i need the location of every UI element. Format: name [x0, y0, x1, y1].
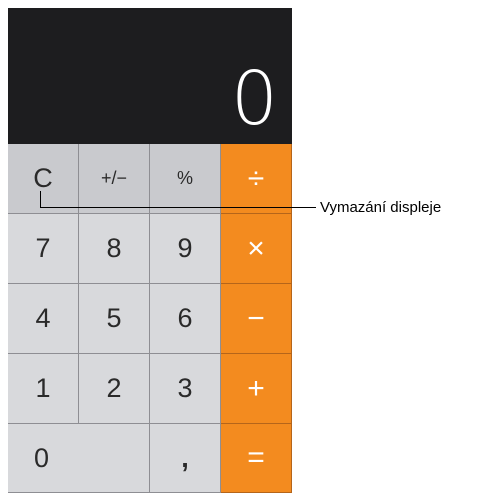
digit-6-button[interactable]: 6	[150, 284, 221, 354]
calculator-app: 0 C +/− % ÷ 7 8 9 × 4 5 6 − 1 2 3 + 0 , …	[8, 8, 292, 493]
plus-button[interactable]: +	[221, 354, 292, 424]
digit-7-button[interactable]: 7	[8, 214, 79, 284]
minus-button[interactable]: −	[221, 284, 292, 354]
percent-button[interactable]: %	[150, 144, 221, 214]
callout-line	[40, 207, 316, 208]
keypad: C +/− % ÷ 7 8 9 × 4 5 6 − 1 2 3 + 0 , =	[8, 144, 292, 493]
digit-5-button[interactable]: 5	[79, 284, 150, 354]
equals-button[interactable]: =	[221, 424, 292, 493]
digit-2-button[interactable]: 2	[79, 354, 150, 424]
digit-3-button[interactable]: 3	[150, 354, 221, 424]
digit-4-button[interactable]: 4	[8, 284, 79, 354]
multiply-button[interactable]: ×	[221, 214, 292, 284]
digit-1-button[interactable]: 1	[8, 354, 79, 424]
callout-label: Vymazání displeje	[320, 199, 442, 216]
calculator-display: 0	[8, 8, 292, 144]
digit-0-button[interactable]: 0	[8, 424, 150, 493]
display-value: 0	[230, 56, 278, 142]
digit-8-button[interactable]: 8	[79, 214, 150, 284]
digit-9-button[interactable]: 9	[150, 214, 221, 284]
divide-button[interactable]: ÷	[221, 144, 292, 214]
callout-tick	[40, 191, 41, 208]
decimal-button[interactable]: ,	[150, 424, 221, 493]
plus-minus-button[interactable]: +/−	[79, 144, 150, 214]
clear-button[interactable]: C	[8, 144, 79, 214]
